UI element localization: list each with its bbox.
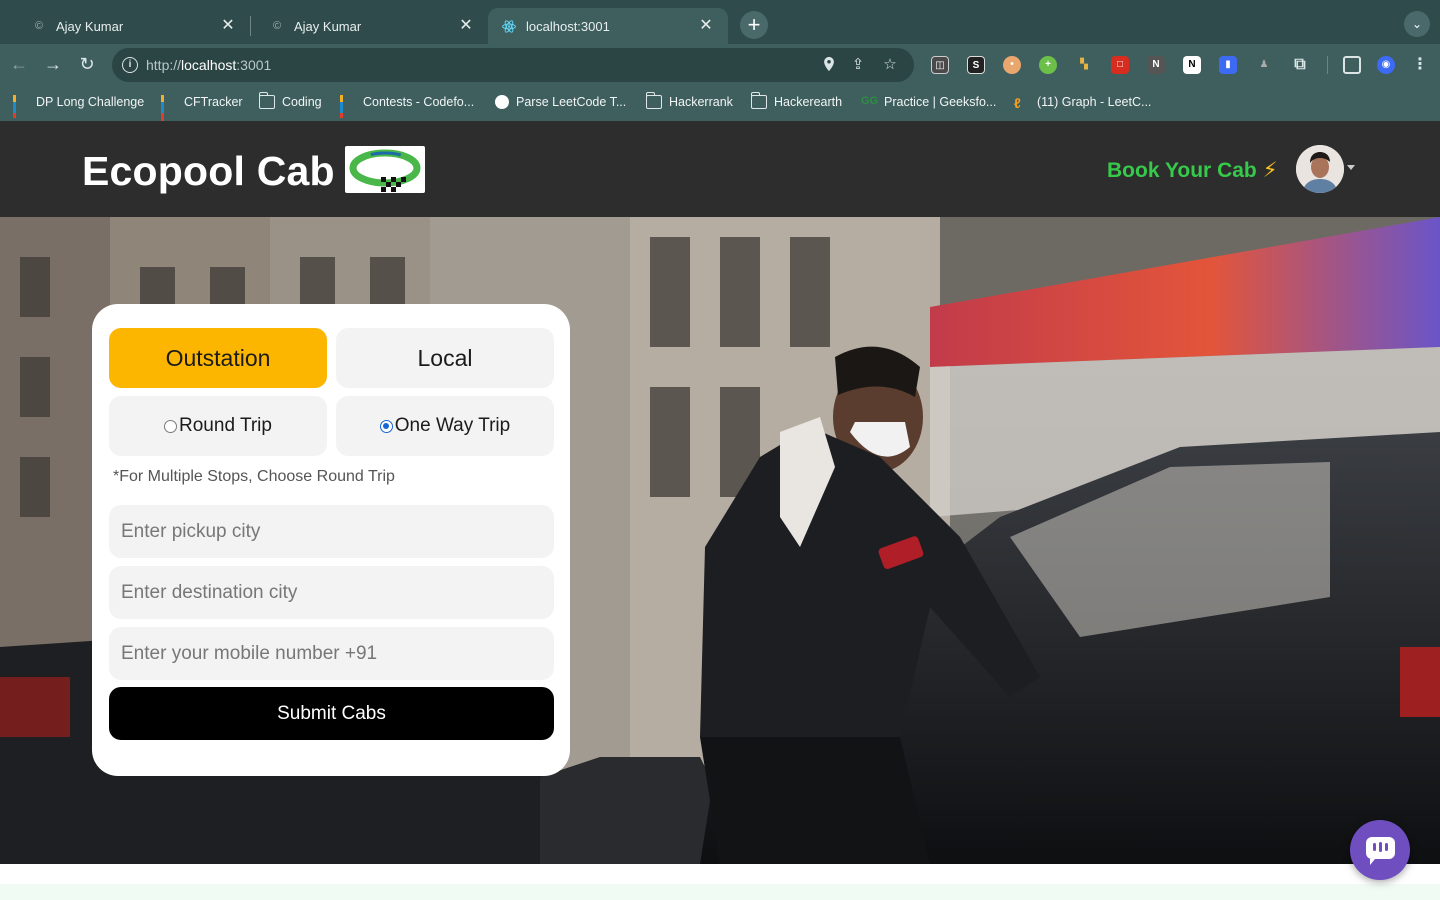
url-text[interactable]: http://localhost:3001 [146, 57, 271, 73]
ecopool-logo-icon [345, 146, 425, 193]
folder-icon [258, 92, 275, 109]
folder-icon [645, 92, 662, 109]
side-panel-icon[interactable] [1343, 56, 1361, 74]
site-info-icon[interactable]: i [122, 57, 138, 73]
tab-search-chevron-icon[interactable]: ⌄ [1404, 11, 1430, 37]
url-port: :3001 [236, 57, 272, 73]
extension-grey-icon[interactable]: ♟ [1255, 56, 1273, 74]
round-trip-radio[interactable] [164, 419, 178, 433]
submit-cabs-button[interactable]: Submit Cabs [109, 687, 554, 740]
bookmark-star-icon[interactable]: ☆ [881, 56, 899, 74]
tab-divider [250, 16, 251, 36]
chat-widget-button[interactable] [1350, 820, 1410, 880]
user-avatar[interactable] [1296, 145, 1344, 193]
one-way-trip-radio[interactable] [379, 419, 393, 433]
address-bar[interactable]: i http://localhost:3001 ⇪ ☆ [112, 48, 914, 82]
url-host: localhost [181, 57, 237, 73]
mobile-number-input[interactable] [109, 627, 554, 680]
bookmark-item[interactable]: ℓ (11) Graph - LeetC... [1014, 95, 1152, 111]
extension-red-icon[interactable]: □ [1111, 56, 1129, 74]
codeforces-bars-icon [161, 95, 177, 127]
bookmark-label: Hackerearth [774, 95, 843, 109]
bookmark-folder[interactable]: Coding [258, 92, 322, 109]
cta-label: Book Your Cab [1107, 159, 1257, 182]
close-tab-icon[interactable]: ✕ [696, 16, 716, 36]
book-your-cab-link[interactable]: Book Your Cab ⚡ [1107, 158, 1278, 183]
bookmarks-bar: DP Long Challenge CFTracker Coding Conte… [0, 86, 1440, 127]
bookmark-label: Contests - Codefo... [363, 95, 475, 109]
location-pin-icon[interactable] [820, 56, 838, 74]
browser-tab-active[interactable]: localhost:3001 ✕ [488, 8, 728, 44]
url-scheme: http:// [146, 57, 182, 73]
page-footer-strip [0, 884, 1440, 900]
tab-local[interactable]: Local [336, 328, 554, 388]
bookmark-label: Practice | Geeksfo... [884, 95, 997, 109]
bookmark-label: DP Long Challenge [36, 95, 145, 109]
close-tab-icon[interactable]: ✕ [218, 16, 238, 36]
extension-bookmark-icon[interactable]: ▮ [1219, 56, 1237, 74]
toolbar-divider [1327, 56, 1328, 74]
bookmark-item[interactable]: GG Practice | Geeksfo... [861, 95, 996, 109]
leetcode-icon: ℓ [1014, 95, 1021, 111]
codechef-bars-icon [13, 95, 29, 118]
tab-title: Ajay Kumar [294, 18, 362, 34]
bookmark-item[interactable]: DP Long Challenge [13, 95, 145, 118]
extension-face-icon[interactable]: • [1003, 56, 1021, 74]
browser-tab[interactable]: © Ajay Kumar ✕ [18, 8, 250, 44]
bookmark-label: Parse LeetCode T... [516, 95, 627, 109]
folder-icon [750, 92, 767, 109]
destination-city-input[interactable] [109, 566, 554, 619]
notion-icon[interactable]: N [1183, 56, 1201, 74]
brand-title[interactable]: Ecopool Cab [82, 148, 335, 195]
globe-icon [495, 95, 509, 109]
reload-icon[interactable]: ↻ [76, 53, 98, 75]
browser-tab-bar: © Ajay Kumar ✕ © Ajay Kumar ✕ localhost:… [0, 0, 1440, 44]
extension-icon[interactable]: ◫ [931, 56, 949, 74]
chevron-down-icon[interactable] [1347, 165, 1355, 170]
bookmark-item[interactable]: CFTracker [161, 95, 243, 127]
profile-icon[interactable]: ◉ [1377, 56, 1395, 74]
bookmark-folder[interactable]: Hackerearth [750, 92, 843, 109]
back-arrow-icon[interactable]: ← [8, 53, 30, 75]
close-tab-icon[interactable]: ✕ [456, 16, 476, 36]
one-way-trip-label: One Way Trip [394, 415, 511, 436]
extension-plus-icon[interactable]: + [1039, 56, 1057, 74]
lightning-icon: ⚡ [1262, 159, 1278, 182]
codeforces-icon: © [272, 20, 282, 32]
bookmark-label: CFTracker [184, 95, 243, 109]
extension-n-icon[interactable]: N [1147, 56, 1165, 74]
react-icon [502, 19, 516, 33]
browser-toolbar: ← → ↻ i http://localhost:3001 ⇪ ☆ ◫ S • … [0, 44, 1440, 86]
browser-tab[interactable]: © Ajay Kumar ✕ [256, 8, 488, 44]
one-way-trip-option[interactable]: One Way Trip [336, 396, 554, 456]
tab-title: Ajay Kumar [56, 18, 124, 34]
codeforces-icon: © [34, 20, 44, 32]
site-header: Ecopool Cab Book Your Cab ⚡ [0, 121, 1440, 217]
kebab-menu-icon[interactable]: ⋮ [1411, 56, 1429, 74]
round-trip-option[interactable]: Round Trip [109, 396, 327, 456]
chat-bubble-icon [1366, 837, 1395, 865]
round-trip-label: Round Trip [179, 415, 272, 436]
tab-title: localhost:3001 [526, 18, 610, 34]
bookmark-label: Coding [282, 95, 322, 109]
extension-s-icon[interactable]: S [967, 56, 985, 74]
bookmark-label: (11) Graph - LeetC... [1037, 95, 1152, 109]
forward-arrow-icon[interactable]: → [42, 53, 64, 75]
bookmark-item[interactable]: Contests - Codefo... [340, 95, 475, 118]
extensions-puzzle-icon[interactable]: ⧉ [1291, 56, 1309, 74]
bookmark-label: Hackerrank [669, 95, 733, 109]
bookmark-folder[interactable]: Hackerrank [645, 92, 733, 109]
geeksforgeeks-icon: GG [861, 95, 879, 107]
pickup-city-input[interactable] [109, 505, 554, 558]
bookmark-item[interactable]: Parse LeetCode T... [495, 95, 626, 109]
multiple-stops-note: *For Multiple Stops, Choose Round Trip [113, 468, 395, 485]
extension-chart-icon[interactable]: ▚ [1075, 56, 1093, 74]
new-tab-button[interactable]: + [740, 11, 768, 39]
share-icon[interactable]: ⇪ [849, 56, 867, 74]
tab-outstation[interactable]: Outstation [109, 328, 327, 388]
codeforces-bars-icon [340, 95, 356, 118]
